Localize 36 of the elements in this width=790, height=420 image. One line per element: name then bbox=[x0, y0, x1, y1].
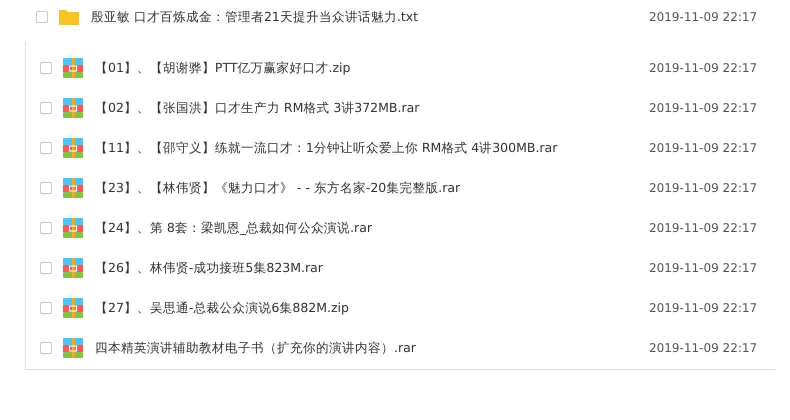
file-name[interactable]: 【01】、【胡谢骅】PTT亿万赢家好口才.zip bbox=[95, 60, 649, 76]
archive-icon bbox=[63, 98, 83, 118]
modified-date: 2019-11-09 22:17 bbox=[649, 221, 758, 235]
archive-icon bbox=[63, 138, 83, 158]
modified-date: 2019-11-09 22:17 bbox=[649, 101, 758, 115]
checkbox[interactable] bbox=[36, 11, 48, 23]
archive-icon bbox=[63, 178, 83, 198]
file-name[interactable]: 【11】、【邵守义】练就一流口才：1分钟让听众爱上你 RM格式 4讲300MB.rar bbox=[95, 140, 649, 156]
modified-date: 2019-11-09 22:17 bbox=[649, 10, 758, 24]
archive-icon bbox=[63, 258, 83, 278]
checkbox[interactable] bbox=[40, 102, 52, 114]
checkbox[interactable] bbox=[40, 222, 52, 234]
modified-date: 2019-11-09 22:17 bbox=[649, 181, 758, 195]
file-name[interactable]: 【02】、【张国洪】口才生产力 RM格式 3讲372MB.rar bbox=[95, 100, 649, 116]
checkbox[interactable] bbox=[40, 262, 52, 274]
archive-icon bbox=[63, 58, 83, 78]
file-name[interactable]: 四本精英演讲辅助教材电子书（扩充你的演讲内容）.rar bbox=[95, 340, 649, 356]
archive-icon bbox=[63, 298, 83, 318]
archive-icon bbox=[63, 218, 83, 238]
checkbox[interactable] bbox=[40, 62, 52, 74]
file-name[interactable]: 【27】、吴思通-总裁公众演说6集882M.zip bbox=[95, 300, 649, 316]
file-name[interactable]: 【24】、第 8套：梁凯恩_总裁如何公众演说.rar bbox=[95, 220, 649, 236]
modified-date: 2019-11-09 22:17 bbox=[649, 261, 758, 275]
folder-icon bbox=[59, 7, 79, 27]
checkbox[interactable] bbox=[40, 142, 52, 154]
file-name[interactable]: 殷亚敏 口才百炼成金：管理者21天提升当众讲话魅力.txt bbox=[91, 8, 649, 26]
checkbox[interactable] bbox=[40, 182, 52, 194]
checkbox[interactable] bbox=[40, 342, 52, 354]
modified-date: 2019-11-09 22:17 bbox=[649, 61, 758, 75]
modified-date: 2019-11-09 22:17 bbox=[649, 301, 758, 315]
archive-icon bbox=[63, 338, 83, 358]
modified-date: 2019-11-09 22:17 bbox=[649, 341, 758, 355]
file-name[interactable]: 【26】、林伟贤-成功接班5集823M.rar bbox=[95, 260, 649, 276]
checkbox[interactable] bbox=[40, 302, 52, 314]
file-name[interactable]: 【23】、【林伟贤】《魅力口才》 - - 东方名家-20集完整版.rar bbox=[95, 180, 649, 196]
modified-date: 2019-11-09 22:17 bbox=[649, 141, 758, 155]
